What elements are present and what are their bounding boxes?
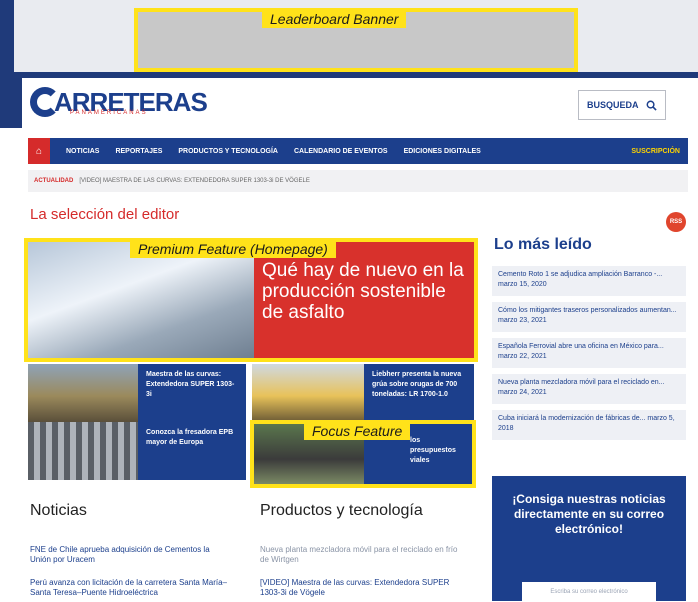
news-ticker: ACTUALIDAD [VIDEO] MAESTRA DE LAS CURVAS… — [28, 170, 688, 192]
main-nav: ⌂ NOTICIAS REPORTAJES PRODUCTOS Y TECNOL… — [28, 138, 688, 164]
premium-feature-label: Premium Feature (Homepage) — [130, 240, 336, 258]
leaderboard-label: Leaderboard Banner — [262, 10, 407, 28]
feature-tile[interactable]: Maestra de las curvas: Extendedora SUPER… — [28, 364, 246, 422]
focus-feature-annotation: Focus Feature — [250, 420, 476, 488]
feature-tile[interactable]: Conozca la fresadora EPB mayor de Europa — [28, 422, 246, 480]
email-field[interactable]: Escriba su correo electrónico — [522, 582, 656, 602]
left-blue-band — [0, 78, 22, 128]
nav-item-ediciones[interactable]: EDICIONES DIGITALES — [404, 148, 481, 155]
premium-feature-annotation: Qué hay de nuevo en la producción sosten… — [24, 238, 478, 362]
premium-feature-image[interactable] — [28, 242, 254, 358]
leaderboard-annotation: Leaderboard Banner — [134, 8, 578, 72]
ticker-label: ACTUALIDAD — [34, 178, 74, 184]
list-item[interactable]: Cómo los mitigantes traseros personaliza… — [492, 302, 686, 332]
tile-headline: Maestra de las curvas: Extendedora SUPER… — [138, 364, 246, 422]
most-read-title: Lo más leído — [494, 236, 592, 253]
home-icon[interactable]: ⌂ — [28, 138, 50, 164]
ticker-text[interactable]: [VIDEO] MAESTRA DE LAS CURVAS: EXTENDEDO… — [79, 178, 310, 184]
premium-feature-headline[interactable]: Qué hay de nuevo en la producción sosten… — [254, 242, 474, 358]
search-icon[interactable] — [646, 100, 657, 111]
most-read-list: Cemento Roto 1 se adjudica ampliación Ba… — [492, 266, 686, 446]
tile-image — [28, 422, 138, 480]
rss-icon[interactable]: RSS — [666, 212, 686, 232]
list-item[interactable]: Cemento Roto 1 se adjudica ampliación Ba… — [492, 266, 686, 296]
tile-headline: Conozca la fresadora EPB mayor de Europa — [138, 422, 246, 480]
list-item[interactable]: Española Ferrovial abre una oficina en M… — [492, 338, 686, 368]
search-box[interactable]: BUSQUEDA — [578, 90, 666, 120]
productos-title: Productos y tecnología — [260, 502, 423, 519]
list-item[interactable]: [VIDEO] Maestra de las curvas: Extendedo… — [260, 578, 460, 598]
nav-item-noticias[interactable]: NOTICIAS — [66, 148, 99, 155]
focus-feature-label: Focus Feature — [304, 422, 411, 440]
logo-subtitle: PANAMERICANAS — [70, 110, 148, 116]
nav-item-reportajes[interactable]: REPORTAJES — [115, 148, 162, 155]
list-item[interactable]: Cuba iniciará la modernización de fábric… — [492, 410, 686, 440]
tile-image — [28, 364, 138, 422]
newsletter-message: ¡Consiga nuestras noticias directamente … — [512, 492, 666, 536]
list-item[interactable]: Perú avanza con licitación de la carrete… — [30, 578, 230, 598]
nav-item-productos[interactable]: PRODUCTOS Y TECNOLOGÍA — [178, 148, 278, 155]
feature-tile[interactable]: Liebherr presenta la nueva grúa sobre or… — [252, 364, 474, 422]
editor-selection-title: La selección del editor — [30, 206, 180, 223]
tile-headline: Liebherr presenta la nueva grúa sobre or… — [364, 364, 474, 422]
noticias-title: Noticias — [30, 502, 87, 519]
list-item[interactable]: FNE de Chile aprueba adquisición de Ceme… — [30, 545, 230, 565]
newsletter-box: ¡Consiga nuestras noticias directamente … — [492, 476, 686, 602]
search-label: BUSQUEDA — [587, 100, 639, 110]
nav-item-subscribe[interactable]: SUSCRIPCIÓN — [631, 148, 680, 155]
list-item[interactable]: Nueva planta mezcladora móvil para el re… — [492, 374, 686, 404]
list-item[interactable]: Nueva planta mezcladora móvil para el re… — [260, 545, 460, 565]
nav-item-calendario[interactable]: CALENDARIO DE EVENTOS — [294, 148, 388, 155]
tile-image — [252, 364, 364, 422]
